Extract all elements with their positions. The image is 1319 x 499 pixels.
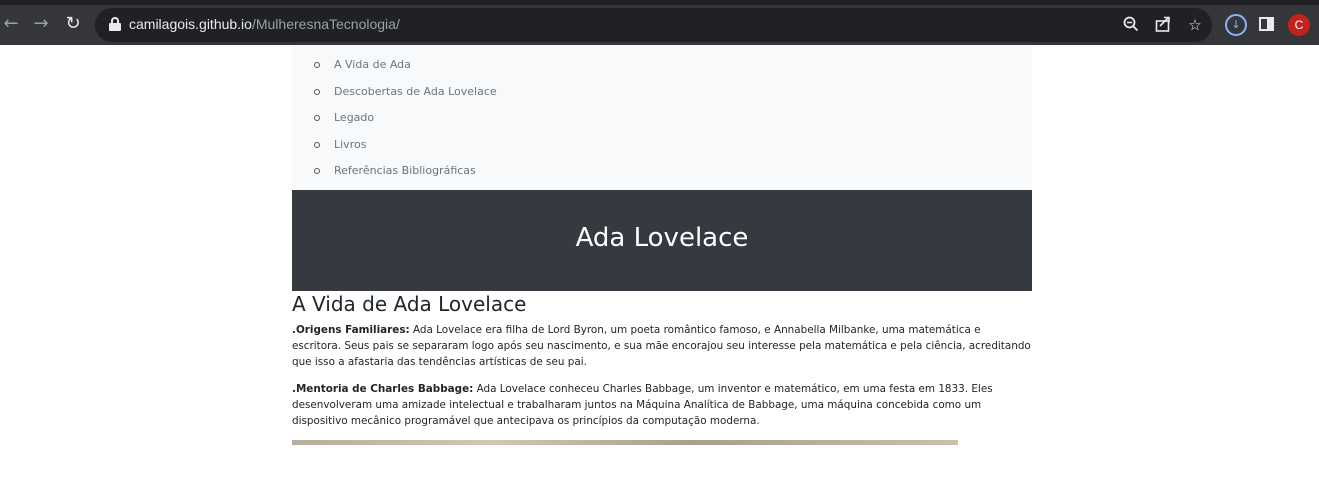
portrait-image — [292, 440, 958, 445]
nav-list: A Vida de Ada Descobertas de Ada Lovelac… — [314, 57, 497, 190]
back-icon[interactable]: ← — [0, 13, 22, 35]
download-icon[interactable]: ↓ — [1225, 14, 1247, 36]
page-title: Ada Lovelace — [575, 223, 749, 253]
reload-icon[interactable]: ↻ — [62, 13, 84, 35]
page-navigation: A Vida de Ada Descobertas de Ada Lovelac… — [292, 45, 1032, 190]
side-panel-icon[interactable] — [1259, 17, 1274, 31]
url-path: /MulheresnaTecnologia/ — [251, 16, 400, 32]
paragraph-label: .Mentoria de Charles Babbage: — [292, 383, 474, 395]
section-title: A Vida de Ada Lovelace — [292, 292, 527, 316]
lock-icon[interactable] — [109, 17, 121, 31]
paragraph-label: .Origens Familiares: — [292, 324, 410, 336]
nav-item-livros[interactable]: Livros — [314, 137, 497, 164]
nav-item-a-vida-de-ada[interactable]: A Vida de Ada — [314, 57, 497, 84]
url-text[interactable]: camilagois.github.io/MulheresnaTecnologi… — [129, 16, 400, 32]
share-icon[interactable] — [1153, 15, 1173, 35]
forward-icon[interactable]: → — [30, 13, 52, 35]
hero-banner: Ada Lovelace — [292, 190, 1032, 291]
nav-item-referencias[interactable]: Referências Bibliográficas — [314, 163, 497, 190]
zoom-icon[interactable] — [1121, 15, 1141, 35]
nav-item-legado[interactable]: Legado — [314, 110, 497, 137]
browser-toolbar: ← → ↻ camilagois.github.io/MulheresnaTec… — [0, 5, 1319, 45]
url-host: camilagois.github.io — [129, 16, 252, 32]
profile-avatar[interactable]: C — [1288, 14, 1310, 36]
paragraph-mentoria: .Mentoria de Charles Babbage: Ada Lovela… — [292, 381, 1032, 429]
address-bar[interactable]: camilagois.github.io/MulheresnaTecnologi… — [95, 8, 1212, 42]
web-page: A Vida de Ada Descobertas de Ada Lovelac… — [292, 45, 1032, 499]
bookmark-star-icon[interactable]: ☆ — [1185, 15, 1205, 35]
nav-item-descobertas[interactable]: Descobertas de Ada Lovelace — [314, 84, 497, 111]
paragraph-origens: .Origens Familiares: Ada Lovelace era fi… — [292, 322, 1032, 370]
